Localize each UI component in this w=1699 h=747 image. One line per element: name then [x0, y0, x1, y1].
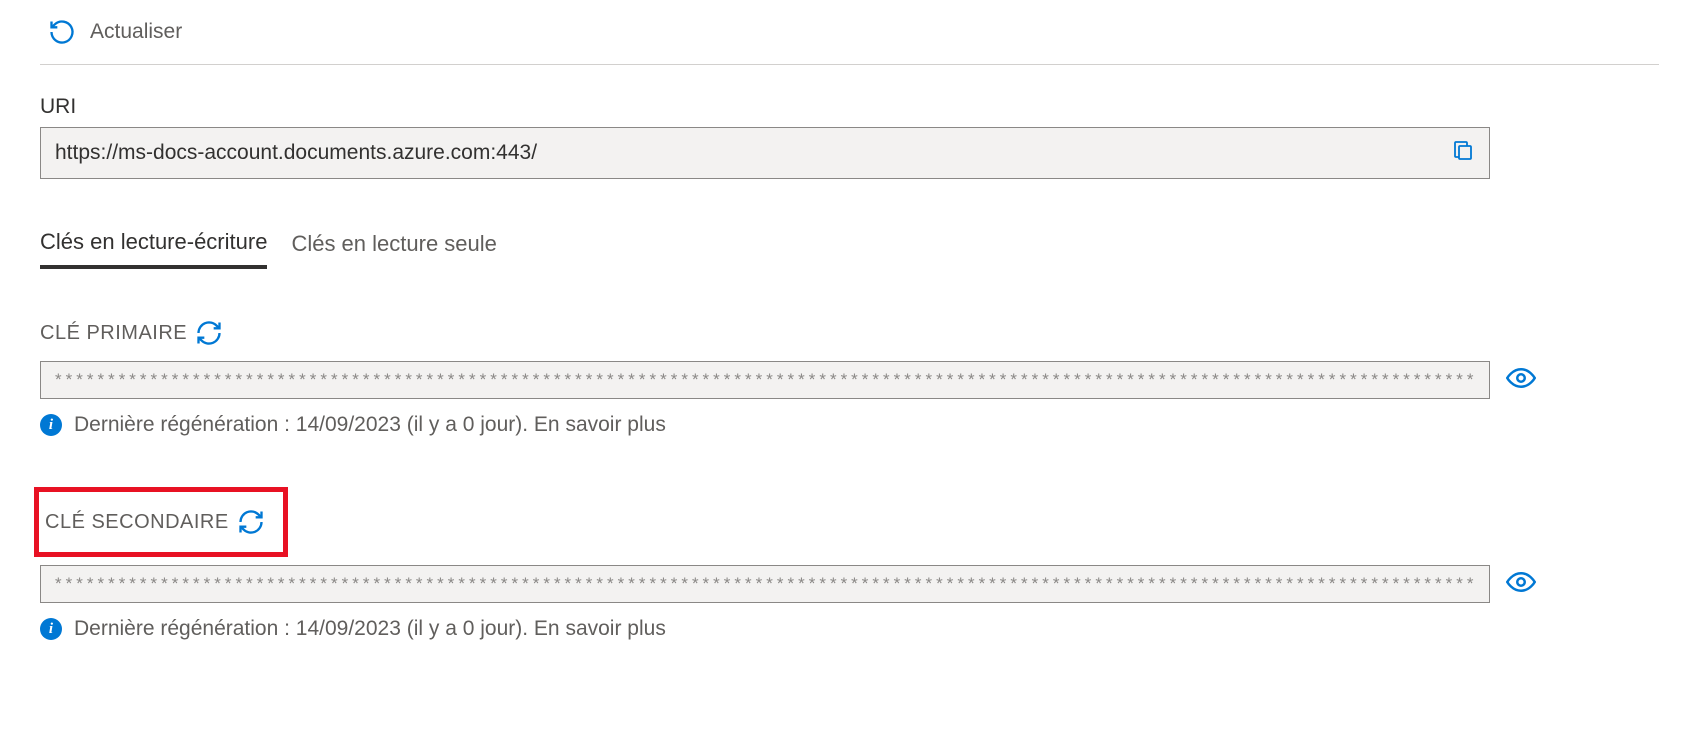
refresh-button[interactable]: Actualiser	[48, 18, 182, 46]
show-primary-key-icon[interactable]	[1506, 363, 1536, 398]
secondary-key-header: CLÉ SECONDAIRE	[45, 508, 265, 536]
tab-read-write[interactable]: Clés en lecture-écriture	[40, 229, 267, 269]
primary-key-header: CLÉ PRIMAIRE	[40, 319, 1659, 347]
uri-input[interactable]	[55, 141, 1441, 165]
secondary-key-info-text: Dernière régénération : 14/09/2023 (il y…	[74, 617, 666, 641]
show-secondary-key-icon[interactable]	[1506, 567, 1536, 602]
secondary-key-field	[40, 565, 1490, 603]
primary-key-label: CLÉ PRIMAIRE	[40, 322, 187, 345]
info-icon: i	[40, 618, 62, 640]
secondary-key-highlight: CLÉ SECONDAIRE	[34, 487, 288, 557]
primary-key-field	[40, 361, 1490, 399]
secondary-key-input[interactable]	[55, 574, 1475, 594]
primary-key-row	[40, 361, 1659, 399]
uri-label: URI	[40, 95, 1659, 119]
info-icon: i	[40, 414, 62, 436]
uri-field-wrapper	[40, 127, 1490, 179]
refresh-icon	[48, 18, 76, 46]
tabs: Clés en lecture-écriture Clés en lecture…	[40, 229, 1659, 269]
primary-key-info-row: i Dernière régénération : 14/09/2023 (il…	[40, 413, 1659, 437]
uri-section: URI	[40, 95, 1659, 179]
secondary-key-row	[40, 565, 1659, 603]
primary-key-info-text: Dernière régénération : 14/09/2023 (il y…	[74, 413, 666, 437]
primary-key-section: CLÉ PRIMAIRE i Dernière régénération : 1…	[40, 319, 1659, 437]
tab-read-only[interactable]: Clés en lecture seule	[291, 229, 496, 269]
secondary-key-section: CLÉ SECONDAIRE i Dernière régénération :	[40, 487, 1659, 641]
copy-icon[interactable]	[1451, 138, 1475, 168]
toolbar: Actualiser	[40, 10, 1659, 65]
regenerate-secondary-icon[interactable]	[237, 508, 265, 536]
regenerate-primary-icon[interactable]	[195, 319, 223, 347]
primary-key-input[interactable]	[55, 370, 1475, 390]
secondary-key-label: CLÉ SECONDAIRE	[45, 511, 229, 534]
secondary-key-info-row: i Dernière régénération : 14/09/2023 (il…	[40, 617, 1659, 641]
refresh-label: Actualiser	[90, 20, 182, 44]
